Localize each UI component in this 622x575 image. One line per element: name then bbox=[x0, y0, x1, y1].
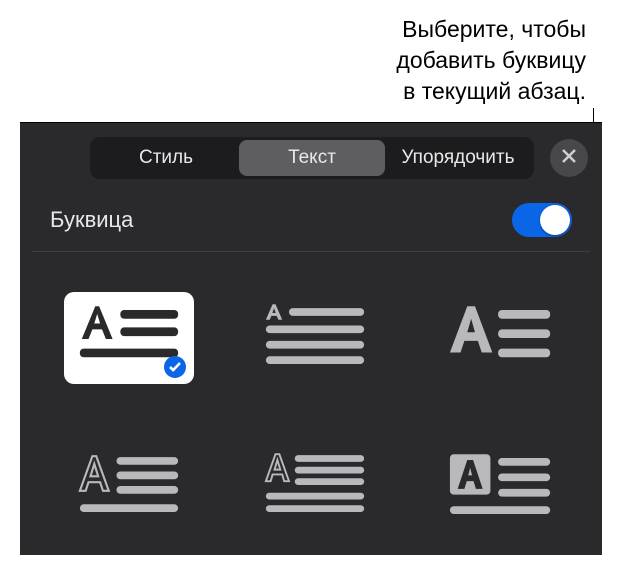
checkmark-icon bbox=[169, 362, 181, 372]
callout-line-3: в текущий абзац. bbox=[396, 76, 586, 107]
toggle-knob bbox=[540, 205, 570, 235]
dropcap-option-5[interactable] bbox=[250, 440, 380, 532]
dropcap-section-row: Буквица bbox=[32, 191, 590, 252]
dropcap-option-1[interactable] bbox=[64, 292, 194, 384]
format-panel: Стиль Текст Упорядочить Буквица bbox=[20, 122, 602, 555]
dropcap-toggle[interactable] bbox=[512, 203, 572, 237]
tab-style[interactable]: Стиль bbox=[93, 140, 239, 176]
dropcap-option-2[interactable] bbox=[250, 292, 380, 384]
checkmark-badge bbox=[164, 356, 186, 378]
tab-arrange[interactable]: Упорядочить bbox=[385, 140, 531, 176]
segmented-control: Стиль Текст Упорядочить bbox=[90, 137, 534, 179]
dropcap-option-3[interactable] bbox=[436, 292, 566, 384]
dropcap-label: Буквица bbox=[50, 207, 133, 233]
help-callout: Выберите, чтобы добавить буквицу в текущ… bbox=[396, 14, 586, 107]
callout-line-2: добавить буквицу bbox=[396, 45, 586, 76]
dropcap-option-4[interactable] bbox=[64, 440, 194, 532]
dropcap-option-6[interactable] bbox=[436, 440, 566, 532]
close-button[interactable] bbox=[550, 139, 588, 177]
dropcap-style-grid bbox=[20, 252, 602, 555]
callout-line-1: Выберите, чтобы bbox=[396, 14, 586, 45]
close-icon bbox=[561, 148, 577, 169]
tab-text[interactable]: Текст bbox=[239, 140, 385, 176]
panel-tabbar: Стиль Текст Упорядочить bbox=[20, 123, 602, 191]
